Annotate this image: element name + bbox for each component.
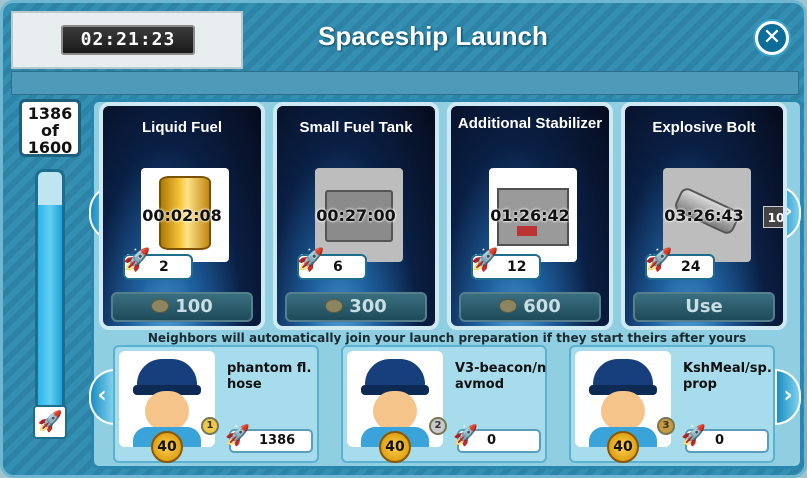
buy-button[interactable]: 300: [285, 292, 427, 322]
neighbor-score: 🚀 1386: [225, 425, 313, 453]
progress-of: of: [41, 121, 59, 140]
coin-icon: [499, 299, 518, 313]
chevron-left-icon: ‹: [97, 383, 107, 408]
neighbor-name: KshMeal/sp.prop: [683, 361, 772, 392]
item-count-badge: 10: [763, 206, 783, 228]
level-badge: 40: [151, 431, 183, 463]
rank-medal-icon: 1: [201, 417, 219, 435]
rank-medal-icon: 2: [429, 417, 447, 435]
rocket-count: 2: [159, 259, 169, 275]
item-card-liquid-fuel: Liquid Fuel 00:02:08 🚀 2 100: [99, 102, 265, 330]
rocket-icon: 🚀: [681, 423, 706, 447]
card-title: Small Fuel Tank: [299, 119, 413, 136]
rocket-icon: 🚀: [225, 423, 250, 447]
use-button[interactable]: Use: [633, 292, 775, 322]
item-card-small-fuel-tank: Small Fuel Tank 00:27:00 🚀 6 300: [273, 102, 439, 330]
item-card-additional-stabilizer: Additional Stabilizer 01:26:42 🚀 12 600: [447, 102, 613, 330]
close-button[interactable]: ✕: [755, 21, 789, 55]
rocket-icon: 🚀: [297, 248, 325, 273]
window-title: Spaceship Launch: [318, 21, 548, 51]
neighbor-card[interactable]: 40 1 phantom fl.hose 🚀 1386: [113, 345, 319, 463]
card-title: Additional Stabilizer: [451, 116, 609, 132]
rocket-icon: 🚀: [645, 248, 673, 273]
neighbor-card[interactable]: 40 3 KshMeal/sp.prop 🚀 0: [569, 345, 775, 463]
rocket-count: 24: [681, 259, 701, 275]
score-value: 1386: [259, 433, 296, 448]
card-timer: 00:02:08: [142, 206, 222, 225]
pilot-face: [373, 391, 417, 431]
neighbor-name: V3-beacon/navmod: [455, 361, 547, 392]
item-card-explosive-bolt: Explosive Bolt 03:26:43 10 🚀 24 Use: [621, 102, 787, 330]
progress-bar-fill: [38, 205, 62, 428]
rocket-reward: 🚀 2: [123, 250, 193, 280]
stabilizer-panel: [517, 226, 537, 236]
buy-button[interactable]: 100: [111, 292, 253, 322]
pilot-face: [145, 391, 189, 431]
buy-price: 300: [349, 296, 387, 317]
rocket-count: 12: [507, 259, 527, 275]
pilot-face: [601, 391, 645, 431]
buy-button[interactable]: 600: [459, 292, 601, 322]
level-badge: 40: [607, 431, 639, 463]
rocket-icon: 🚀: [33, 405, 67, 439]
score-value: 0: [487, 433, 497, 448]
neighbor-name: phantom fl.hose: [227, 361, 312, 392]
rocket-count: 6: [333, 259, 343, 275]
card-timer: 03:26:43: [664, 206, 744, 225]
score-value: 0: [715, 433, 725, 448]
buy-price: 600: [523, 296, 561, 317]
card-title: Liquid Fuel: [142, 119, 222, 136]
close-icon: ✕: [762, 25, 782, 50]
rocket-reward: 🚀 6: [297, 250, 367, 280]
countdown-timer: 02:21:23: [61, 25, 195, 55]
progress-total: 1600: [27, 138, 73, 157]
coin-icon: [325, 299, 344, 313]
level-badge: 40: [379, 431, 411, 463]
progress-current: 1386: [27, 104, 73, 123]
sub-header-bar: [11, 71, 799, 95]
rocket-icon: 🚀: [453, 423, 478, 447]
rocket-reward: 🚀 24: [645, 250, 715, 280]
neighbor-score: 🚀 0: [681, 425, 769, 453]
launch-progress: 1386 of 1600 🚀: [17, 99, 85, 445]
rocket-icon: 🚀: [471, 248, 499, 273]
neighbor-score: 🚀 0: [453, 425, 541, 453]
neighbors-notice: Neighbors will automatically join your l…: [147, 331, 747, 345]
rank-medal-icon: 3: [657, 417, 675, 435]
progress-bar: [35, 169, 65, 431]
neighbor-card[interactable]: 40 2 V3-beacon/navmod 🚀 0: [341, 345, 547, 463]
rocket-reward: 🚀 12: [471, 250, 541, 280]
title-bar: 02:21:23 Spaceship Launch ✕: [3, 3, 804, 73]
spaceship-launch-window: 02:21:23 Spaceship Launch ✕ 1386 of 1600…: [0, 0, 807, 478]
progress-count: 1386 of 1600: [19, 99, 81, 157]
timer-panel: 02:21:23: [11, 11, 243, 69]
card-timer: 00:27:00: [316, 206, 396, 225]
card-title-text: Additional Stabilizer: [457, 115, 603, 132]
rocket-icon: 🚀: [123, 248, 151, 273]
coin-icon: [151, 299, 170, 313]
card-timer: 01:26:42: [490, 206, 570, 225]
chevron-right-icon: ›: [783, 383, 793, 408]
card-title: Explosive Bolt: [652, 119, 756, 136]
buy-price: 100: [175, 296, 213, 317]
